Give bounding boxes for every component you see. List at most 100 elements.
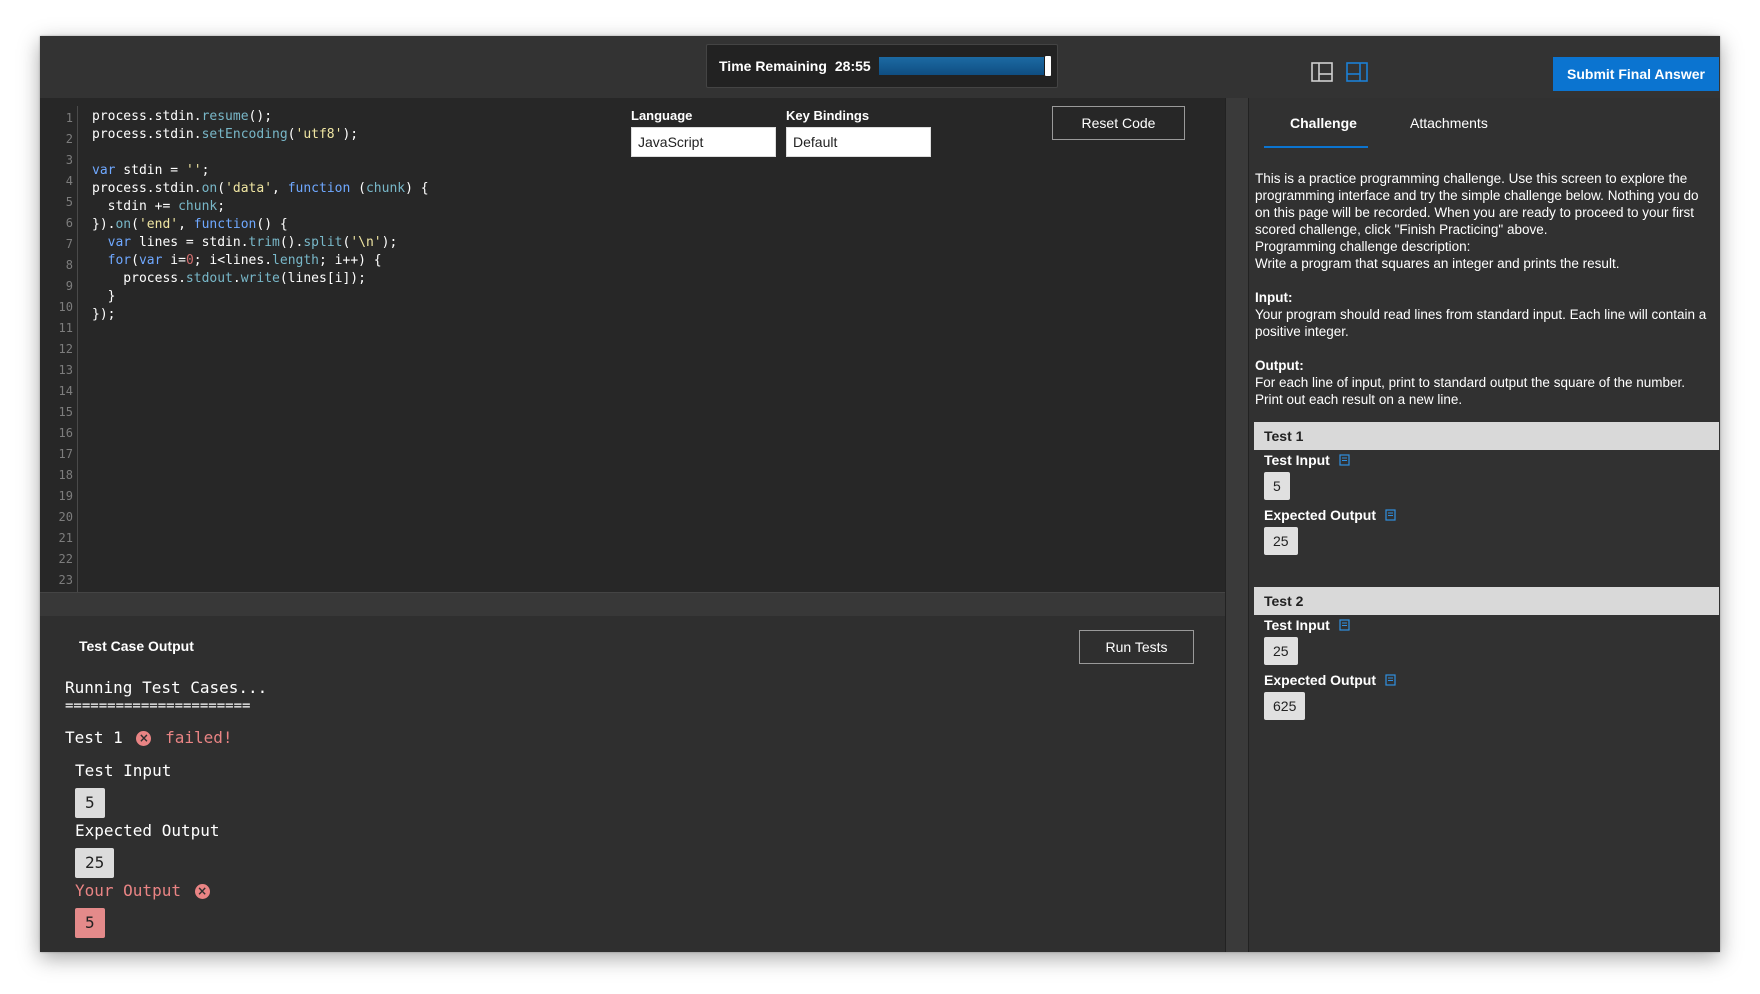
your-output-line: Your Output ×	[75, 881, 210, 900]
time-progress-fill	[878, 57, 1044, 75]
test-input-label: Test Input	[75, 761, 172, 780]
intro-text: This is a practice programming challenge…	[1255, 171, 1699, 237]
language-select-group: Language JavaScript	[631, 108, 776, 157]
keybindings-select[interactable]: Default	[786, 127, 931, 157]
input-body: Your program should read lines from stan…	[1255, 307, 1707, 339]
code-line[interactable]: process.stdin.resume();	[92, 108, 429, 126]
test-1-output-value: 25	[1264, 527, 1298, 555]
code-line[interactable]: process.stdin.setEncoding('utf8');	[92, 126, 429, 144]
keybindings-label: Key Bindings	[786, 108, 870, 123]
challenge-description: This is a practice programming challenge…	[1255, 170, 1715, 408]
copy-icon[interactable]	[1385, 674, 1396, 686]
test-1-output-label: Expected Output	[1264, 507, 1377, 523]
line-number: 3	[65, 153, 73, 167]
line-number: 14	[58, 384, 73, 398]
separator-line: ======================	[65, 698, 251, 714]
code-line[interactable]: for(var i=0; i<lines.length; i++) {	[92, 252, 429, 270]
line-number: 6	[65, 216, 73, 230]
run-tests-button[interactable]: Run Tests	[1079, 630, 1194, 664]
tab-challenge[interactable]: Challenge	[1290, 115, 1357, 131]
your-output-value: 5	[75, 908, 105, 938]
line-number-gutter: 1 2 3 4 5 6 7 8 9 10 11 12 13 14 15 16 1…	[40, 106, 78, 671]
code-line[interactable]: stdin += chunk;	[92, 198, 429, 216]
line-number: 20	[58, 510, 73, 524]
line-number: 9	[65, 279, 73, 293]
line-number: 18	[58, 468, 73, 482]
sidebar-left-layout-icon[interactable]	[1311, 62, 1333, 82]
code-editor[interactable]: 1 2 3 4 5 6 7 8 9 10 11 12 13 14 15 16 1…	[40, 98, 1225, 671]
line-number: 2	[65, 132, 73, 146]
description-heading: Programming challenge description:	[1255, 239, 1471, 254]
test-2-input-label-row: Test Input	[1264, 617, 1350, 633]
test-1-input-label: Test Input	[1264, 452, 1330, 468]
code-text[interactable]: process.stdin.resume(); process.stdin.set…	[92, 108, 429, 324]
test-output-panel: Test Case Output Run Tests Running Test …	[40, 616, 1225, 952]
test-result-name: Test 1	[65, 728, 123, 747]
challenge-panel: Challenge Attachments This is a practice…	[1249, 98, 1720, 952]
copy-icon[interactable]	[1339, 454, 1350, 466]
language-select[interactable]: JavaScript	[631, 127, 776, 157]
code-line[interactable]: }	[92, 288, 429, 306]
line-number: 10	[58, 300, 73, 314]
test-input-value: 5	[75, 788, 105, 818]
time-progress-knob	[1044, 56, 1051, 76]
test-1-input-value: 5	[1264, 472, 1290, 500]
sidebar-right-layout-icon[interactable]	[1346, 62, 1368, 82]
language-label: Language	[631, 108, 693, 123]
copy-icon[interactable]	[1339, 619, 1350, 631]
copy-icon[interactable]	[1385, 509, 1396, 521]
output-title: Test Case Output	[79, 638, 194, 654]
code-line[interactable]: var stdin = '';	[92, 162, 429, 180]
test-2-input-value: 25	[1264, 637, 1298, 665]
vertical-resize-handle[interactable]	[1225, 98, 1249, 952]
code-line[interactable]: var lines = stdin.trim().split('\n');	[92, 234, 429, 252]
expected-output-value: 25	[75, 848, 115, 878]
code-line[interactable]: }).on('end', function() {	[92, 216, 429, 234]
reset-code-button[interactable]: Reset Code	[1052, 106, 1185, 140]
test-2-input-label: Test Input	[1264, 617, 1330, 633]
line-number: 8	[65, 258, 73, 272]
running-text: Running Test Cases...	[65, 678, 268, 697]
line-number: 7	[65, 237, 73, 251]
test-result-status: failed!	[165, 728, 233, 747]
line-number: 15	[58, 405, 73, 419]
timer-label: Time Remaining	[719, 58, 827, 74]
line-number: 23	[58, 573, 73, 587]
test-2-output-value: 625	[1264, 692, 1306, 720]
test-2-output-label: Expected Output	[1264, 672, 1377, 688]
test-result-line: Test 1 × failed!	[65, 728, 233, 747]
top-bar: Time Remaining 28:55 Submit Final Answer	[40, 36, 1720, 98]
timer-value: 28:55	[834, 58, 871, 74]
description-body: Write a program that squares an integer …	[1255, 256, 1620, 271]
time-progress-bar	[878, 56, 1051, 76]
line-number: 21	[58, 531, 73, 545]
test-1-output-label-row: Expected Output	[1264, 507, 1396, 523]
test-2-output-label-row: Expected Output	[1264, 672, 1396, 688]
test-2-header: Test 2	[1254, 587, 1719, 615]
active-tab-indicator	[1264, 146, 1368, 148]
keybindings-select-group: Key Bindings Default	[786, 108, 931, 157]
code-line[interactable]: process.stdin.on('data', function (chunk…	[92, 180, 429, 198]
line-number: 4	[65, 174, 73, 188]
line-number: 1	[65, 111, 73, 125]
output-heading: Output:	[1255, 358, 1304, 373]
expected-output-label: Expected Output	[75, 821, 220, 840]
line-number: 13	[58, 363, 73, 377]
line-number: 5	[65, 195, 73, 209]
tab-attachments[interactable]: Attachments	[1410, 115, 1488, 131]
code-line[interactable]	[92, 144, 429, 162]
time-remaining: Time Remaining 28:55	[706, 44, 1058, 88]
your-output-label: Your Output	[75, 881, 181, 900]
line-number: 17	[58, 447, 73, 461]
line-number: 12	[58, 342, 73, 356]
line-number: 19	[58, 489, 73, 503]
fail-icon: ×	[194, 884, 210, 899]
test-1-input-label-row: Test Input	[1264, 452, 1350, 468]
code-line[interactable]: process.stdout.write(lines[i]);	[92, 270, 429, 288]
submit-final-answer-button[interactable]: Submit Final Answer	[1553, 57, 1719, 91]
input-heading: Input:	[1255, 290, 1293, 305]
line-number: 11	[58, 321, 73, 335]
horizontal-resize-handle[interactable]	[40, 592, 1225, 616]
code-line[interactable]: });	[92, 306, 429, 324]
app-window: Time Remaining 28:55 Submit Final Answer	[40, 36, 1720, 952]
